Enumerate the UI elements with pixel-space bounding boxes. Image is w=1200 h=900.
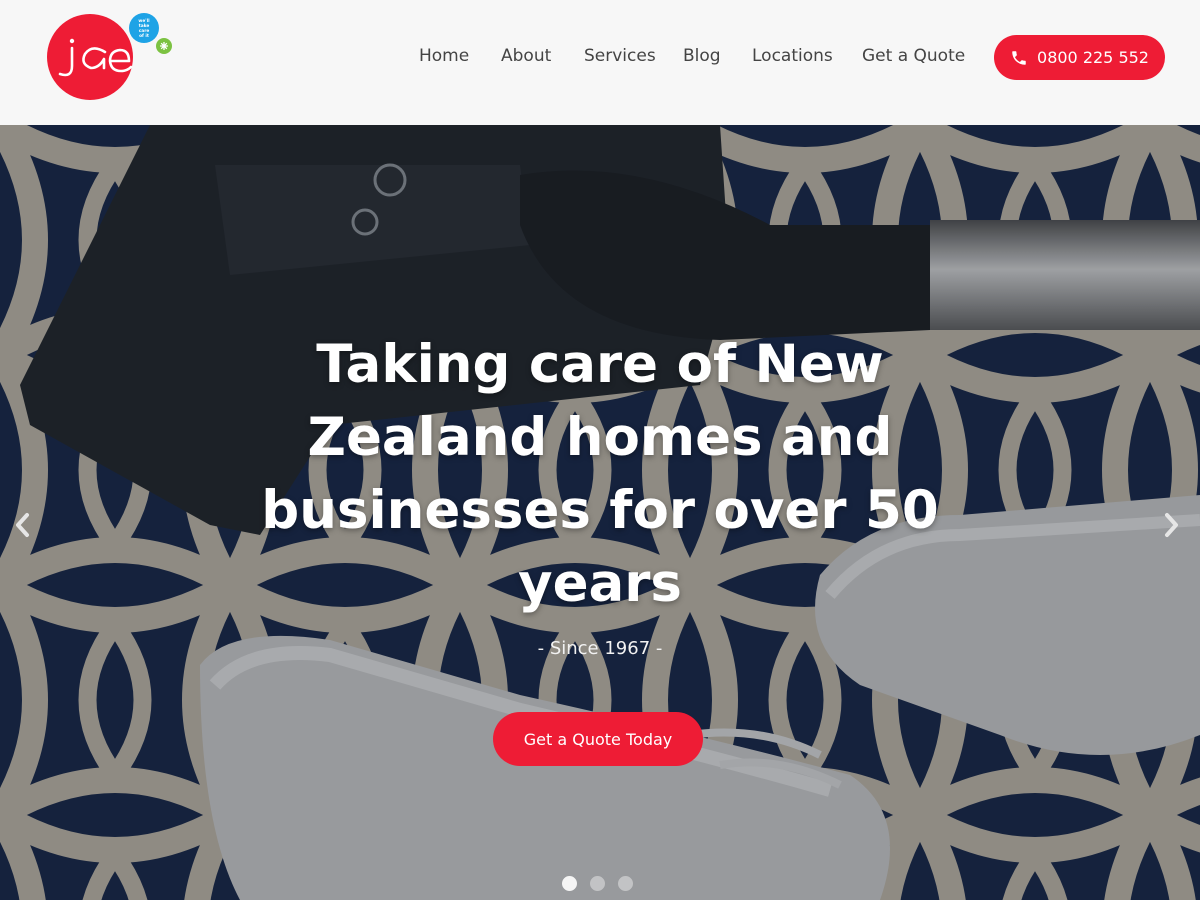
- phone-icon: [1012, 50, 1026, 65]
- slider-dot-1[interactable]: [562, 876, 577, 891]
- site-header: we'll take care of it Home About Service…: [0, 0, 1200, 125]
- nav-home[interactable]: Home: [419, 44, 469, 68]
- chevron-left-icon: [16, 513, 29, 537]
- svg-text:of it: of it: [139, 33, 149, 39]
- slider-dot-3[interactable]: [618, 876, 633, 891]
- nav-get-a-quote[interactable]: Get a Quote: [862, 44, 965, 68]
- slider-dots: [0, 876, 1200, 892]
- hero-slider: Taking care of New Zealand homes and bus…: [0, 125, 1200, 900]
- nav-locations[interactable]: Locations: [752, 44, 833, 68]
- slider-next-button[interactable]: [1160, 510, 1182, 540]
- slider-prev-button[interactable]: [12, 510, 34, 540]
- slider-dot-2[interactable]: [590, 876, 605, 891]
- nav-blog[interactable]: Blog: [683, 44, 721, 68]
- hero-title: Taking care of New Zealand homes and bus…: [261, 334, 939, 614]
- get-a-quote-today-button[interactable]: Get a Quote Today: [493, 712, 703, 766]
- nav-about[interactable]: About: [501, 44, 551, 68]
- hero-subtitle: - Since 1967 -: [537, 638, 663, 659]
- phone-number: 0800 225 552: [1037, 48, 1149, 67]
- chevron-right-icon: [1165, 513, 1178, 537]
- nav-services[interactable]: Services: [584, 44, 656, 68]
- phone-button[interactable]: 0800 225 552: [994, 35, 1165, 80]
